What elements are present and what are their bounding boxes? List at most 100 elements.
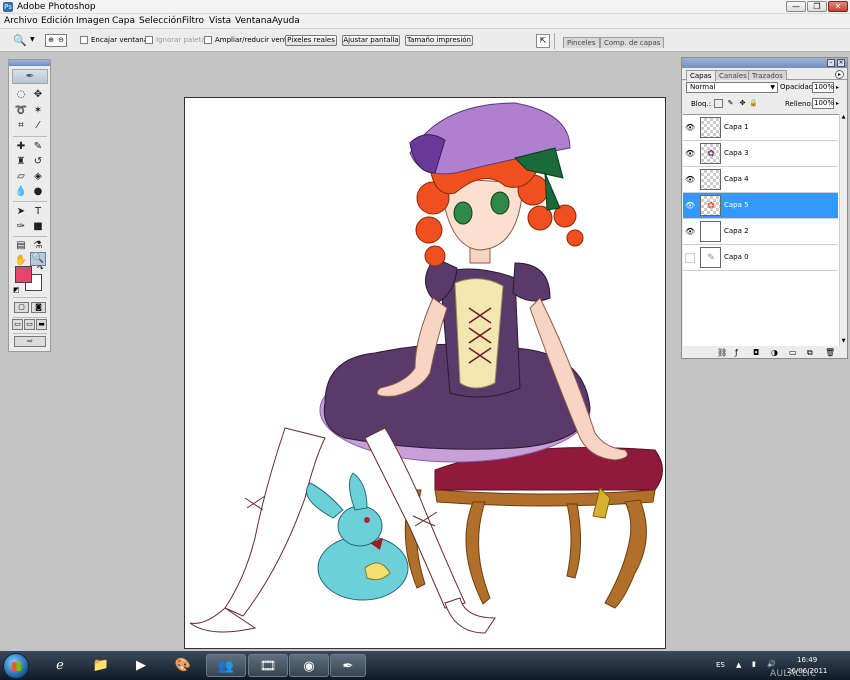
menu-imagen[interactable]: Imagen [76,16,110,26]
link-layers-icon[interactable]: ⛓ [717,348,727,357]
tab-comp-capas[interactable]: Comp. de capas [600,37,665,48]
paint-bucket-tool-icon[interactable]: ◈ [30,170,46,184]
foreground-color-swatch[interactable] [15,266,32,283]
tab-trazados[interactable]: Trazados [748,70,787,80]
lock-image-icon[interactable]: ✎ [726,99,735,108]
internet-explorer-icon[interactable]: ℯ [45,654,75,677]
tab-pinceles[interactable]: Pinceles [563,37,600,48]
notes-tool-icon[interactable]: ▤ [13,239,29,253]
menu-archivo[interactable]: Archivo [4,16,38,26]
paint-app-icon[interactable]: 🎨 [168,654,198,677]
brush-tool-icon[interactable]: ✎ [30,140,46,154]
maximize-button[interactable]: ❐ [807,1,827,12]
menu-edicion[interactable]: Edición [41,16,74,26]
layer-row-capa-3[interactable]: 👁 ✿ Capa 3 [683,141,838,167]
messenger-app-icon[interactable]: 👥 [206,654,246,677]
standard-mode-button[interactable]: ▢ [14,302,29,313]
swap-colors-icon[interactable]: ↷ [37,264,44,273]
ajustar-pantalla-button[interactable]: Ajustar pantalla [342,35,400,46]
opacity-arrow-icon[interactable]: ▸ [836,84,839,91]
zoom-in-out-toggle[interactable]: ⊕ ⊖ [45,34,67,47]
zoom-out-icon[interactable]: ⊖ [56,35,66,46]
scroll-down-icon[interactable]: ▼ [840,338,847,346]
shape-tool-icon[interactable]: ■ [30,220,46,234]
document-canvas[interactable] [184,97,666,649]
visibility-eye-icon[interactable]: 👁 [685,175,695,185]
feather-logo-icon[interactable]: ✒ [12,69,48,84]
jump-to-imageready-button[interactable]: ⇨ [14,336,46,347]
new-group-icon[interactable]: ▭ [789,348,797,357]
file-browser-icon[interactable]: ⇱ [536,34,550,48]
scroll-up-icon[interactable]: ▲ [840,114,847,122]
file-explorer-icon[interactable]: 📁 [86,654,116,677]
menu-ayuda[interactable]: Ayuda [272,16,300,26]
layer-row-capa-1[interactable]: 👁 Capa 1 [683,115,838,141]
zoom-tool-icon[interactable]: 🔍 [13,35,27,47]
marquee-tool-icon[interactable]: ◌ [13,88,29,102]
lasso-tool-icon[interactable]: ➰ [13,104,29,118]
ampliar-reducir-checkbox[interactable]: Ampliar/reducir vent. [204,36,289,44]
network-icon[interactable]: ▮ [752,660,756,668]
blend-mode-select[interactable]: Normal ▼ [686,82,778,93]
tray-show-hidden-icon[interactable]: ▲ [736,661,741,669]
move-tool-icon[interactable]: ✥ [30,88,46,102]
adjustment-layer-icon[interactable]: ◑ [771,348,778,357]
screen-mode-standard-button[interactable]: ▭ [12,319,23,330]
eraser-tool-icon[interactable]: ▱ [13,170,29,184]
layer-row-capa-0[interactable]: ✎ Capa 0 [683,245,838,271]
close-button[interactable]: ✕ [828,1,848,12]
menu-capa[interactable]: Capa [112,16,135,26]
default-colors-icon[interactable]: ◩ [13,286,20,294]
layer-row-capa-2[interactable]: 👁 Capa 2 [683,219,838,245]
tamano-impresion-button[interactable]: Tamaño impresión [405,35,473,46]
clock-time[interactable]: 16:49 [797,656,817,664]
lock-position-icon[interactable]: ✥ [738,99,747,108]
history-brush-tool-icon[interactable]: ↺ [30,155,46,169]
visibility-toggle-empty[interactable] [685,253,695,263]
minimize-button[interactable]: — [786,1,806,12]
path-selection-tool-icon[interactable]: ➤ [13,205,29,219]
delete-layer-icon[interactable]: 🗑 [825,348,835,357]
encajar-ventana-checkbox[interactable]: Encajar ventana [80,36,148,44]
tab-capas[interactable]: Capas [686,70,716,81]
dodge-tool-icon[interactable]: ● [30,185,46,199]
photoshop-task-icon[interactable]: ✒ [330,654,366,677]
lock-transparent-icon[interactable] [714,99,723,108]
checkbox-box[interactable] [80,36,88,44]
visibility-eye-icon[interactable]: 👁 [685,123,695,133]
fill-input[interactable]: 100% [812,98,834,109]
menu-vista[interactable]: Vista [209,16,231,26]
layer-mask-icon[interactable]: ◘ [753,348,759,357]
ignorar-paletas-checkbox[interactable]: Ignorar paletas [145,36,209,44]
slice-tool-icon[interactable]: ⁄ [30,119,46,133]
checkbox-box[interactable] [145,36,153,44]
film-app-icon[interactable]: 🎞 [248,654,288,677]
eyedropper-tool-icon[interactable]: ⚗ [30,239,46,253]
fill-arrow-icon[interactable]: ▸ [836,100,839,107]
visibility-eye-icon[interactable]: 👁 [685,227,695,237]
visibility-eye-icon[interactable]: 👁 [685,149,695,159]
quick-mask-button[interactable]: ◙ [31,302,46,313]
blur-tool-icon[interactable]: 💧 [13,185,29,199]
visibility-eye-icon[interactable]: 👁 [685,201,695,211]
menu-seleccion[interactable]: Selección [139,16,182,26]
screen-mode-full-button[interactable]: ▬ [36,319,47,330]
layer-style-icon[interactable]: ƒ [735,348,738,357]
magic-wand-tool-icon[interactable]: ✶ [30,104,46,118]
lock-all-icon[interactable]: 🔒 [749,99,758,108]
pixeles-reales-button[interactable]: Píxeles reales [285,35,337,46]
tool-preset-arrow-icon[interactable]: ▼ [30,36,35,43]
layer-row-capa-4[interactable]: 👁 Capa 4 [683,167,838,193]
chrome-icon[interactable]: ◉ [289,654,329,677]
opacity-input[interactable]: 100% [812,82,834,93]
tab-canales[interactable]: Canales [715,70,751,80]
type-tool-icon[interactable]: T [30,205,46,219]
crop-tool-icon[interactable]: ⌗ [13,119,29,133]
layer-list-scrollbar[interactable]: ▲ ▼ [839,114,847,346]
media-player-icon[interactable]: ▶ [126,654,156,677]
healing-brush-tool-icon[interactable]: ✚ [13,140,29,154]
new-layer-icon[interactable]: ⧉ [807,348,813,357]
menu-filtro[interactable]: Filtro [182,16,204,26]
checkbox-box[interactable] [204,36,212,44]
panel-title-bar[interactable]: – × [682,58,847,68]
